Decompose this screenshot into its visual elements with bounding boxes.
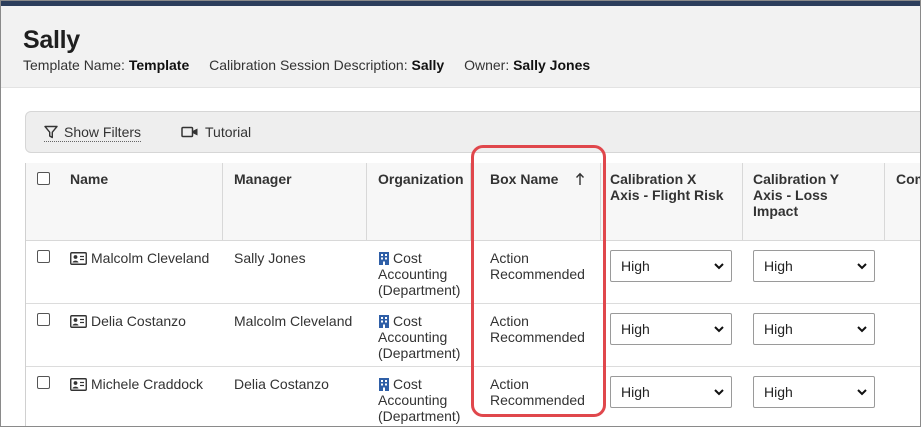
table-row: Malcolm Cleveland Sally Jones Cost Accou… [26,241,920,304]
x-axis-select[interactable]: High [610,376,732,408]
filter-icon [44,125,58,139]
x-axis-select[interactable]: High [610,313,732,345]
organization-cell: Cost Accounting (Department) [378,313,461,361]
employee-name[interactable]: Michele Craddock [70,376,203,392]
show-filters-button[interactable]: Show Filters [44,124,142,142]
chevron-down-icon [714,263,724,270]
manager-name: Delia Costanzo [234,376,329,392]
chevron-down-icon [857,326,867,333]
column-divider [884,163,885,241]
page-title: Sally [23,26,80,54]
column-header-box-name[interactable]: Box Name [490,171,558,187]
chevron-down-icon [714,389,724,396]
box-name-cell: Action Recommended [490,313,585,345]
video-camera-icon [181,126,198,138]
column-divider [470,163,471,241]
box-name-cell: Action Recommended [490,376,585,408]
column-header-organization[interactable]: Organization [378,171,464,187]
column-header-comments[interactable]: Com [896,171,920,187]
column-divider [600,163,601,241]
building-icon [379,378,389,391]
chevron-down-icon [857,389,867,396]
column-header-name[interactable]: Name [70,171,108,187]
building-icon [379,315,389,328]
column-header-x-axis[interactable]: Calibration X Axis - Flight Risk [610,171,724,203]
page-header: Sally Template Name: Template Calibratio… [1,6,920,88]
toolbar: Show Filters Tutorial [25,111,920,153]
manager-name: Malcolm Cleveland [234,313,353,329]
row-checkbox[interactable] [37,313,50,326]
organization-cell: Cost Accounting (Department) [378,250,461,298]
contact-card-icon [70,377,87,391]
employee-table: Name Manager Organization Box Name Calib… [25,163,920,426]
column-divider [222,163,223,241]
employee-name[interactable]: Malcolm Cleveland [70,250,209,266]
session-meta: Template Name: Template Calibration Sess… [23,57,606,73]
column-divider [366,163,367,241]
sort-ascending-icon[interactable] [575,172,585,186]
manager-name: Sally Jones [234,250,306,266]
y-axis-select[interactable]: High [753,376,875,408]
chevron-down-icon [857,263,867,270]
column-divider [742,163,743,241]
box-name-cell: Action Recommended [490,250,585,282]
y-axis-select[interactable]: High [753,250,875,282]
select-all-checkbox[interactable] [37,172,50,185]
chevron-down-icon [714,326,724,333]
contact-card-icon [70,314,87,328]
x-axis-select[interactable]: High [610,250,732,282]
y-axis-select[interactable]: High [753,313,875,345]
table-row: Delia Costanzo Malcolm Cleveland Cost Ac… [26,304,920,367]
column-header-manager[interactable]: Manager [234,171,292,187]
meta-template: Template Name: Template [23,57,190,73]
row-checkbox[interactable] [37,250,50,263]
building-icon [379,252,389,265]
app-window: Sally Template Name: Template Calibratio… [0,0,921,427]
table-row: Michele Craddock Delia Costanzo Cost Acc… [26,367,920,426]
meta-description: Calibration Session Description: Sally [209,57,445,73]
contact-card-icon [70,251,87,265]
meta-owner: Owner: Sally Jones [464,57,591,73]
tutorial-button[interactable]: Tutorial [181,124,251,140]
employee-name[interactable]: Delia Costanzo [70,313,186,329]
row-checkbox[interactable] [37,376,50,389]
organization-cell: Cost Accounting (Department) [378,376,461,424]
column-header-y-axis[interactable]: Calibration Y Axis - Loss Impact [753,171,839,219]
